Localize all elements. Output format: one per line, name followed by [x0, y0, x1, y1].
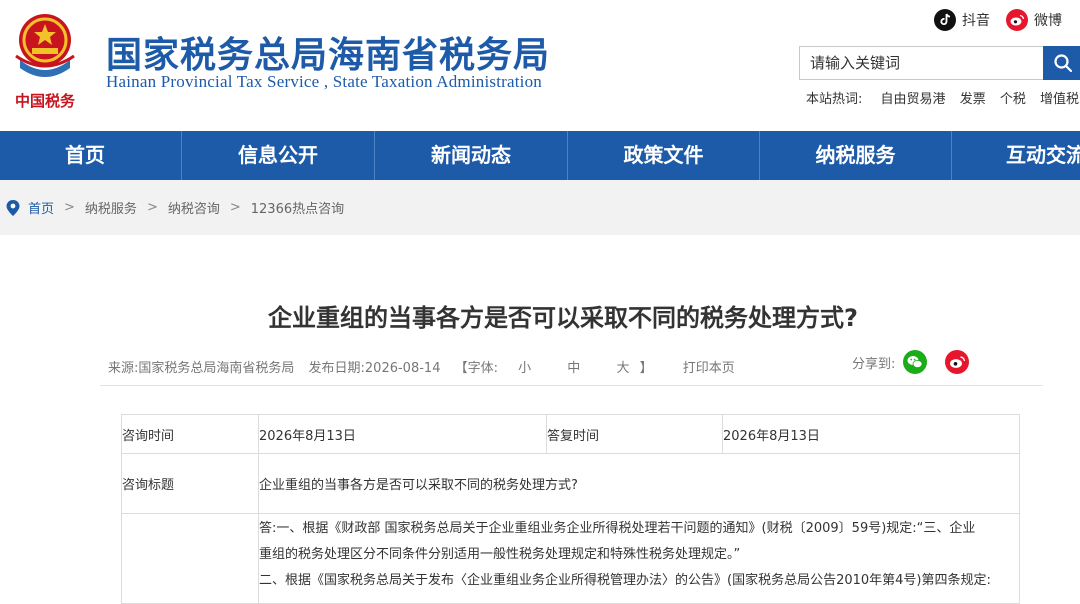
douyin-icon	[934, 9, 956, 31]
breadcrumb-link[interactable]: 纳税服务	[85, 198, 137, 217]
breadcrumb-separator: >	[146, 200, 158, 215]
print-link[interactable]: 打印本页	[683, 361, 735, 376]
site-title[interactable]: 国家税务总局海南省税务局	[106, 26, 550, 78]
breadcrumb-separator: >	[64, 200, 75, 215]
nav-divider	[951, 131, 952, 180]
meta-divider	[100, 385, 1043, 386]
table-row: 答:一、根据《财政部 国家税务总局关于企业重组业务企业所得税处理若干问题的通知》…	[121, 513, 1020, 604]
article-title: 企业重组的当事各方是否可以采取不同的税务处理方式?	[268, 304, 858, 332]
share-label: 分享到:	[852, 356, 896, 372]
answer-line: 答:一、根据《财政部 国家税务总局关于企业重组业务企业所得税处理若干问题的通知》…	[259, 521, 976, 536]
site-header: 中国税务 国家税务总局海南省税务局 Hainan Provincial Tax …	[0, 0, 1080, 131]
hotword-link[interactable]: 增值税	[1040, 92, 1079, 107]
nav-item-service[interactable]: 纳税服务	[760, 131, 951, 180]
article-date: 发布日期:2026-08-14	[308, 361, 441, 376]
nav-item-interaction[interactable]: 互动交流	[1006, 131, 1080, 180]
logo-text: 中国税务	[15, 92, 76, 110]
douyin-link[interactable]: 抖音	[934, 8, 990, 32]
answer-line: 重组的税务处理区分不同条件分别适用一般性税务处理规定和特殊性税务处理规定。”	[259, 547, 741, 562]
hotwords: 本站热词: 自由贸易港 发票 个税 增值税 税	[806, 88, 1080, 107]
douyin-label: 抖音	[962, 13, 990, 29]
breadcrumb-bar: 首页 > 纳税服务 > 纳税咨询 > 12366热点咨询	[0, 180, 1080, 235]
main-nav: 首页 信息公开 新闻动态 政策文件 纳税服务 互动交流	[0, 131, 1080, 180]
consultation-table: 咨询时间 2026年8月13日 答复时间 2026年8月13日 咨询标题 企业重…	[121, 414, 1020, 604]
site-subtitle: Hainan Provincial Tax Service , State Ta…	[106, 72, 542, 91]
font-size-small[interactable]: 小	[518, 361, 531, 376]
reply-time-label: 答复时间	[546, 414, 723, 454]
subject-label: 咨询标题	[121, 453, 259, 514]
font-size-large[interactable]: 大	[616, 361, 629, 376]
nav-item-info[interactable]: 信息公开	[182, 131, 374, 180]
location-pin-icon	[6, 199, 20, 216]
hotword-link[interactable]: 发票	[960, 92, 986, 107]
nav-item-news[interactable]: 新闻动态	[375, 131, 567, 180]
reply-time-value: 2026年8月13日	[722, 414, 1020, 454]
breadcrumb-home[interactable]: 首页	[28, 198, 54, 217]
search-button[interactable]	[1043, 46, 1080, 80]
breadcrumb: 首页 > 纳税服务 > 纳税咨询 > 12366热点咨询	[6, 180, 344, 235]
wechat-share-icon[interactable]	[903, 350, 928, 374]
nav-item-home[interactable]: 首页	[0, 131, 170, 180]
weibo-icon	[1006, 9, 1028, 31]
consult-time-value: 2026年8月13日	[258, 414, 547, 454]
weibo-label: 微博	[1034, 13, 1062, 29]
national-emblem-logo[interactable]: 中国税务	[10, 10, 80, 110]
font-size-label: 【字体:	[454, 361, 498, 376]
share-bar: 分享到:	[852, 350, 970, 374]
consult-time-label: 咨询时间	[121, 414, 259, 454]
answer-line: 二、根据《国家税务总局关于发布〈企业重组业务企业所得税管理办法〉的公告》(国家税…	[259, 573, 991, 588]
font-size-close: 】	[639, 361, 653, 376]
hotwords-label: 本站热词:	[806, 92, 863, 107]
breadcrumb-link[interactable]: 纳税咨询	[168, 198, 220, 217]
answer-cell: 答:一、根据《财政部 国家税务总局关于企业重组业务企业所得税处理若干问题的通知》…	[258, 513, 1020, 604]
article-source: 来源:国家税务总局海南省税务局	[108, 361, 295, 376]
answer-label-cell	[121, 513, 259, 604]
hotword-link[interactable]: 个税	[1000, 92, 1026, 107]
table-row: 咨询标题 企业重组的当事各方是否可以采取不同的税务处理方式?	[121, 453, 1020, 514]
font-size-medium[interactable]: 中	[567, 361, 580, 376]
weibo-share-icon[interactable]	[945, 350, 970, 374]
search-icon	[1054, 54, 1073, 73]
hotword-link[interactable]: 自由贸易港	[881, 92, 946, 107]
subject-value: 企业重组的当事各方是否可以采取不同的税务处理方式?	[258, 453, 1020, 514]
breadcrumb-separator: >	[229, 200, 241, 215]
article-meta: 来源:国家税务总局海南省税务局 发布日期:2026-08-14 【字体: 小 中…	[108, 357, 735, 376]
nav-item-policy[interactable]: 政策文件	[568, 131, 759, 180]
search-box	[799, 46, 1044, 80]
breadcrumb-link[interactable]: 12366热点咨询	[251, 198, 344, 217]
weibo-link[interactable]: 微博	[1006, 8, 1062, 32]
table-row: 咨询时间 2026年8月13日 答复时间 2026年8月13日	[121, 414, 1020, 454]
search-input[interactable]	[800, 47, 1044, 79]
